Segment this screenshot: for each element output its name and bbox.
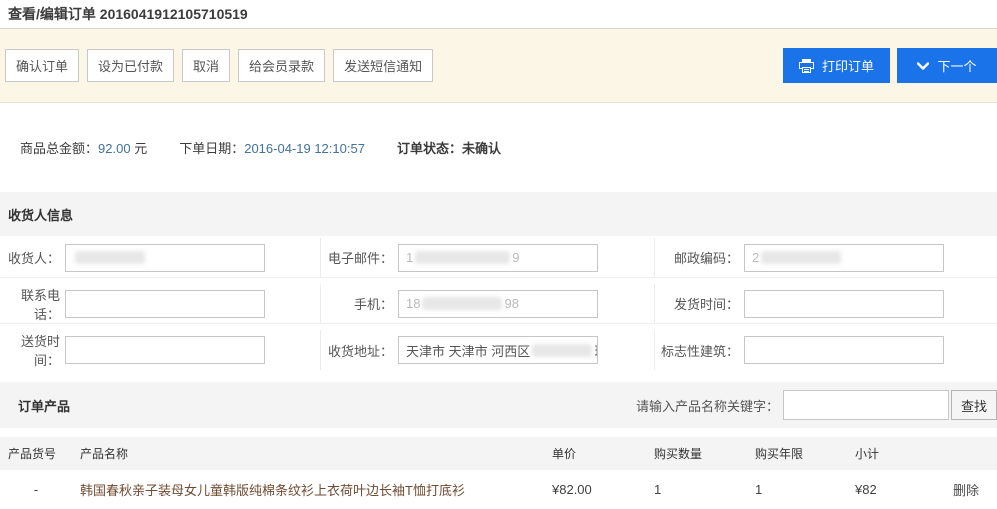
printer-icon (799, 59, 814, 73)
telephone-input[interactable] (65, 290, 265, 318)
address-visible-suffix: 现 (594, 341, 598, 360)
products-section-title: 订单产品 (18, 396, 70, 415)
header-subtotal: 小计 (843, 445, 943, 462)
mobile-input[interactable]: 1898 (398, 290, 598, 318)
telephone-label: 联系电话： (0, 285, 60, 323)
order-total: 商品总金额：92.00 元 (20, 138, 147, 157)
header-sku: 产品货号 (0, 445, 72, 462)
order-total-value: 92.00 (98, 141, 131, 156)
postcode-label: 邮政编码： (655, 248, 739, 267)
address-input[interactable]: 天津市 天津市 河西区 现 (398, 336, 598, 364)
ship-time-input[interactable] (744, 290, 944, 318)
page-title: 查看/编辑订单 2016041912105710519 (8, 4, 248, 24)
toolbar-right-group: 打印订单 下一个 (783, 48, 997, 83)
products-table-header: 产品货号 产品名称 单价 购买数量 购买年限 小计 (0, 437, 997, 470)
chevron-down-icon (917, 62, 929, 70)
next-order-label: 下一个 (937, 56, 976, 75)
table-row: - 韩国春秋亲子装母女儿童韩版纯棉条纹衫上衣荷叶边长袖T恤打底衫 ¥82.00 … (0, 470, 997, 509)
order-status-badge: 未确认 (462, 141, 501, 156)
mobile-visible-prefix: 18 (406, 296, 420, 311)
product-search-group: 请输入产品名称关键字： 查找 (636, 390, 997, 420)
redacted-value (415, 251, 510, 264)
record-member-payment-button[interactable]: 给会员录款 (238, 49, 325, 82)
consignee-label: 收货人： (0, 248, 60, 267)
landmark-input[interactable] (744, 336, 944, 364)
product-sku: - (0, 482, 72, 497)
header-price: 单价 (540, 445, 640, 462)
email-input[interactable]: 19 (398, 244, 598, 272)
consignee-section-title: 收货人信息 (8, 205, 73, 224)
ship-time-field: 发货时间： (655, 284, 997, 324)
products-section-header: 订单产品 请输入产品名称关键字： 查找 (0, 382, 997, 428)
product-qty: 1 (640, 482, 743, 497)
delivery-time-label: 送货时间： (0, 331, 60, 369)
mobile-field: 手机： 1898 (321, 284, 655, 324)
postcode-visible-prefix: 2 (752, 250, 759, 265)
order-summary: 商品总金额：92.00 元 下单日期：2016-04-19 12:10:57 订… (0, 103, 997, 192)
print-order-button[interactable]: 打印订单 (783, 48, 890, 83)
order-total-label: 商品总金额： (20, 141, 98, 156)
consignee-form: 收货人： 电子邮件： 19 邮政编码： 2 联系电话： 手机： 1898 发货时… (0, 236, 997, 376)
cancel-order-button[interactable]: 取消 (182, 49, 230, 82)
header-years: 购买年限 (743, 445, 843, 462)
consignee-section-header: 收货人信息 (0, 192, 997, 236)
order-date: 下单日期：2016-04-19 12:10:57 (179, 138, 365, 157)
header-qty: 购买数量 (640, 445, 743, 462)
postcode-input[interactable]: 2 (744, 244, 944, 272)
product-search-input[interactable] (783, 390, 949, 420)
order-status-label: 订单状态： (397, 141, 462, 156)
consignee-input[interactable] (65, 244, 265, 272)
postcode-field: 邮政编码： 2 (655, 238, 997, 278)
product-name-link[interactable]: 韩国春秋亲子装母女儿童韩版纯棉条纹衫上衣荷叶边长袖T恤打底衫 (80, 483, 465, 498)
redacted-value (422, 297, 502, 310)
redacted-value (532, 344, 592, 357)
page-title-bar: 查看/编辑订单 2016041912105710519 (0, 0, 997, 29)
header-name: 产品名称 (72, 445, 540, 462)
order-date-label: 下单日期： (179, 141, 244, 156)
product-subtotal: ¥82 (843, 482, 943, 497)
redacted-value (761, 251, 841, 264)
delivery-time-input[interactable] (65, 336, 265, 364)
email-field: 电子邮件： 19 (321, 238, 655, 278)
product-name-cell: 韩国春秋亲子装母女儿童韩版纯棉条纹衫上衣荷叶边长袖T恤打底衫 (72, 480, 540, 499)
print-order-label: 打印订单 (822, 56, 874, 75)
address-label: 收货地址： (321, 341, 393, 360)
address-visible-prefix: 天津市 天津市 河西区 (406, 341, 530, 360)
send-sms-button[interactable]: 发送短信通知 (333, 49, 433, 82)
delivery-time-field: 送货时间： (0, 330, 321, 370)
set-paid-button[interactable]: 设为已付款 (87, 49, 174, 82)
landmark-field: 标志性建筑： (655, 330, 997, 370)
product-action-cell: 删除 (943, 480, 997, 499)
spacer (0, 428, 997, 437)
consignee-field: 收货人： (0, 238, 321, 278)
delete-product-link[interactable]: 删除 (953, 483, 979, 498)
order-date-value: 2016-04-19 12:10:57 (244, 141, 365, 156)
redacted-value (75, 251, 145, 264)
next-order-button[interactable]: 下一个 (897, 48, 997, 83)
telephone-field: 联系电话： (0, 284, 321, 324)
product-years: 1 (743, 482, 843, 497)
product-search-label: 请输入产品名称关键字： (636, 396, 779, 415)
product-price: ¥82.00 (540, 482, 640, 497)
mobile-label: 手机： (321, 294, 393, 313)
mobile-visible-suffix: 98 (504, 296, 518, 311)
email-label: 电子邮件： (321, 248, 393, 267)
ship-time-label: 发货时间： (655, 294, 739, 313)
confirm-order-button[interactable]: 确认订单 (5, 49, 79, 82)
address-field: 收货地址： 天津市 天津市 河西区 现 (321, 330, 655, 370)
order-status: 订单状态：未确认 (397, 138, 501, 157)
landmark-label: 标志性建筑： (655, 341, 739, 360)
product-search-button[interactable]: 查找 (951, 390, 997, 420)
email-visible-suffix: 9 (512, 250, 519, 265)
order-action-toolbar: 确认订单 设为已付款 取消 给会员录款 发送短信通知 打印订单 下一个 (0, 29, 997, 103)
order-total-unit: 元 (134, 141, 147, 156)
email-visible-prefix: 1 (406, 250, 413, 265)
